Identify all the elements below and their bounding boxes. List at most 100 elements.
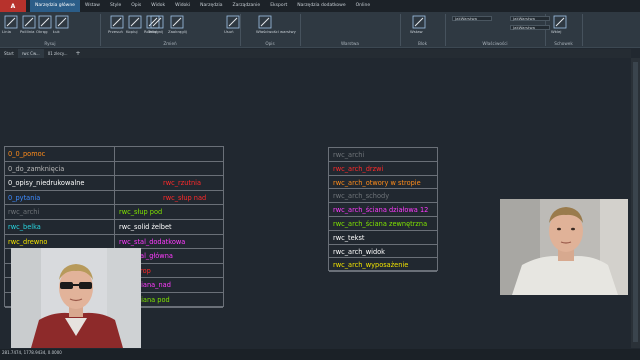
ribbon-tab[interactable]: Widoki bbox=[170, 0, 195, 12]
presenter-webcam-right bbox=[500, 199, 628, 295]
layer-name-cell: rwc_arch_schody bbox=[333, 192, 390, 201]
cad-application: A Narzędzia główne Wstaw Style Opis Widok Wid… bbox=[0, 0, 640, 360]
move-tool-button[interactable] bbox=[110, 14, 124, 29]
layer-name-cell: 0_0_pomoc bbox=[8, 150, 46, 158]
layer-name-cell: 0_opisy_niedrukowalne bbox=[8, 179, 85, 188]
line-tool-button[interactable] bbox=[4, 14, 18, 29]
ribbon-tab[interactable]: Online bbox=[351, 0, 376, 12]
ribbon-tab[interactable]: Narzędzia dodatkowe bbox=[292, 0, 350, 12]
ribbon-group-label: Opis bbox=[265, 41, 275, 46]
circle-tool-label: Okrąg bbox=[36, 29, 48, 34]
text-tool-button[interactable] bbox=[150, 14, 164, 29]
erase-icon bbox=[226, 15, 240, 29]
layer-name-cell: rwc_stal_dodatkowa bbox=[119, 237, 186, 246]
lineweight-dropdown-value: JakWarstwa bbox=[513, 24, 535, 30]
ribbon-group-separator bbox=[582, 14, 583, 46]
layer-name-cell: rwc_arch_ściana zewnętrzna bbox=[333, 220, 428, 228]
ribbon-tab[interactable]: Narzędzia bbox=[195, 0, 227, 12]
layer-name-cell: rwc_arch_widok bbox=[333, 247, 385, 256]
drawing-tab-label: Start bbox=[4, 51, 14, 56]
ribbon-tab[interactable]: Eksport bbox=[265, 0, 292, 12]
polyline-tool-button[interactable] bbox=[22, 14, 36, 29]
paste-tool-button[interactable] bbox=[553, 14, 567, 29]
layer-name-cell: rwc_arch_ściana działowa 12 bbox=[333, 206, 429, 215]
arc-tool-label: Łuk bbox=[53, 29, 60, 34]
ribbon-tab[interactable]: Style bbox=[105, 0, 126, 12]
ribbon-panel: Linia Polilinia Okrąg Łuk Przesuń Kopiuj Rozci… bbox=[0, 12, 640, 48]
new-drawing-tab-button[interactable]: + bbox=[72, 50, 85, 57]
scrollbar-thumb[interactable] bbox=[633, 62, 638, 342]
ribbon-group-label: Warstwa bbox=[341, 41, 359, 46]
copy-tool-label: Kopiuj bbox=[126, 29, 138, 34]
ribbon-tab[interactable]: Narzędzia główne bbox=[30, 0, 80, 12]
ribbon-tab[interactable]: Widok bbox=[146, 0, 170, 12]
fillet-tool-label: Zaokrąglij bbox=[168, 29, 187, 34]
drawing-tab[interactable]: rwc Cw... bbox=[17, 49, 44, 58]
circle-icon bbox=[38, 15, 52, 29]
layer-icon bbox=[258, 15, 272, 29]
application-menu-button[interactable]: A bbox=[0, 0, 26, 12]
paste-icon bbox=[553, 15, 567, 29]
presenter-portrait-right bbox=[500, 199, 628, 295]
layer-name-cell: rwc_drewno bbox=[8, 237, 48, 246]
layer-name-cell: 0_pytania bbox=[8, 193, 41, 202]
insert-tool-label: Wstaw bbox=[410, 29, 423, 34]
drawing-tab[interactable]: Start bbox=[0, 49, 18, 58]
text-icon bbox=[150, 15, 164, 29]
layer-name-cell: rwc_belka bbox=[8, 223, 41, 231]
fillet-icon bbox=[170, 15, 184, 29]
line-icon bbox=[4, 15, 18, 29]
layer-name-cell: rwc_solid żelbet bbox=[119, 223, 172, 231]
layer-tool-label: Właściwości warstwy bbox=[256, 29, 296, 34]
layer-name-cell: 0_do_zamknięcia bbox=[8, 164, 65, 173]
ribbon-group-label: Właściwości bbox=[482, 41, 508, 46]
drawing-tab-label: rwc Cw... bbox=[21, 51, 40, 56]
ribbon-tab-strip: A Narzędzia główne Wstaw Style Opis Widok Wid… bbox=[0, 0, 640, 12]
coordinate-readout: 281.7474, 1778.9434, 0.0000 bbox=[2, 350, 62, 355]
drawing-tab[interactable]: 01 zlecy... bbox=[44, 49, 72, 58]
move-tool-label: Przesuń bbox=[108, 29, 123, 34]
layer-name-cell: rwc_archi bbox=[8, 208, 40, 217]
layer-name-cell: rwc_słup pod bbox=[119, 208, 163, 217]
layer-legend-table-right: rwc_archi rwc_arch_drzwi rwc_arch_otwory w… bbox=[328, 147, 438, 273]
fillet-tool-button[interactable] bbox=[170, 14, 184, 29]
layer-name-cell: rwc_rzutnia bbox=[163, 179, 202, 188]
polyline-tool-label: Polilinia bbox=[20, 29, 35, 34]
insert-icon bbox=[412, 15, 426, 29]
ribbon-tab[interactable]: Zarządzanie bbox=[228, 0, 266, 12]
drawing-tabs-bar: Start rwc Cw... 01 zlecy... + bbox=[0, 49, 631, 58]
arc-tool-button[interactable] bbox=[55, 14, 69, 29]
polyline-icon bbox=[22, 15, 36, 29]
presenter-webcam-left bbox=[11, 248, 141, 348]
layer-name-cell: rwc_tekst bbox=[333, 233, 365, 242]
line-tool-label: Linia bbox=[2, 29, 11, 34]
text-tool-label: Tekst bbox=[148, 29, 158, 34]
copy-tool-button[interactable] bbox=[128, 14, 142, 29]
ribbon-group-label: Blok bbox=[417, 41, 428, 46]
layer-name-cell: rwc_arch_otwory w stropie bbox=[333, 178, 421, 187]
paste-tool-label: Wklej bbox=[551, 29, 562, 34]
layer-name-cell: rwc_arch_wyposażenie bbox=[333, 261, 409, 270]
erase-tool-button[interactable] bbox=[226, 14, 240, 29]
insert-tool-button[interactable] bbox=[412, 14, 426, 29]
ribbon-tab[interactable]: Wstaw bbox=[80, 0, 105, 12]
copy-icon bbox=[128, 15, 142, 29]
ribbon-tabs: Narzędzia główne Wstaw Style Opis Widok Widok… bbox=[30, 0, 375, 12]
circle-tool-button[interactable] bbox=[38, 14, 52, 29]
layer-name-cell: rwc_archi bbox=[333, 151, 365, 159]
layer-name-cell: rwc_słup nad bbox=[163, 193, 207, 202]
color-dropdown-value: JakWarstwa bbox=[455, 15, 477, 21]
ribbon-tab[interactable]: Opis bbox=[126, 0, 146, 12]
layer-tool-button[interactable] bbox=[258, 14, 272, 29]
ribbon-group-label: Rysuj bbox=[44, 41, 56, 46]
erase-tool-label: Usuń bbox=[224, 29, 234, 34]
vertical-scrollbar[interactable] bbox=[631, 58, 640, 348]
move-icon bbox=[110, 15, 124, 29]
drawing-tab-label: 01 zlecy... bbox=[47, 51, 68, 56]
arc-icon bbox=[55, 15, 69, 29]
layer-name-cell: rwc_arch_drzwi bbox=[333, 164, 384, 173]
status-bar: 281.7474, 1778.9434, 0.0000 bbox=[0, 349, 640, 360]
linetype-dropdown-value: JakWarstwa bbox=[513, 15, 535, 21]
ribbon-group-label: Schowek bbox=[554, 41, 573, 46]
presenter-portrait-left bbox=[11, 248, 141, 348]
